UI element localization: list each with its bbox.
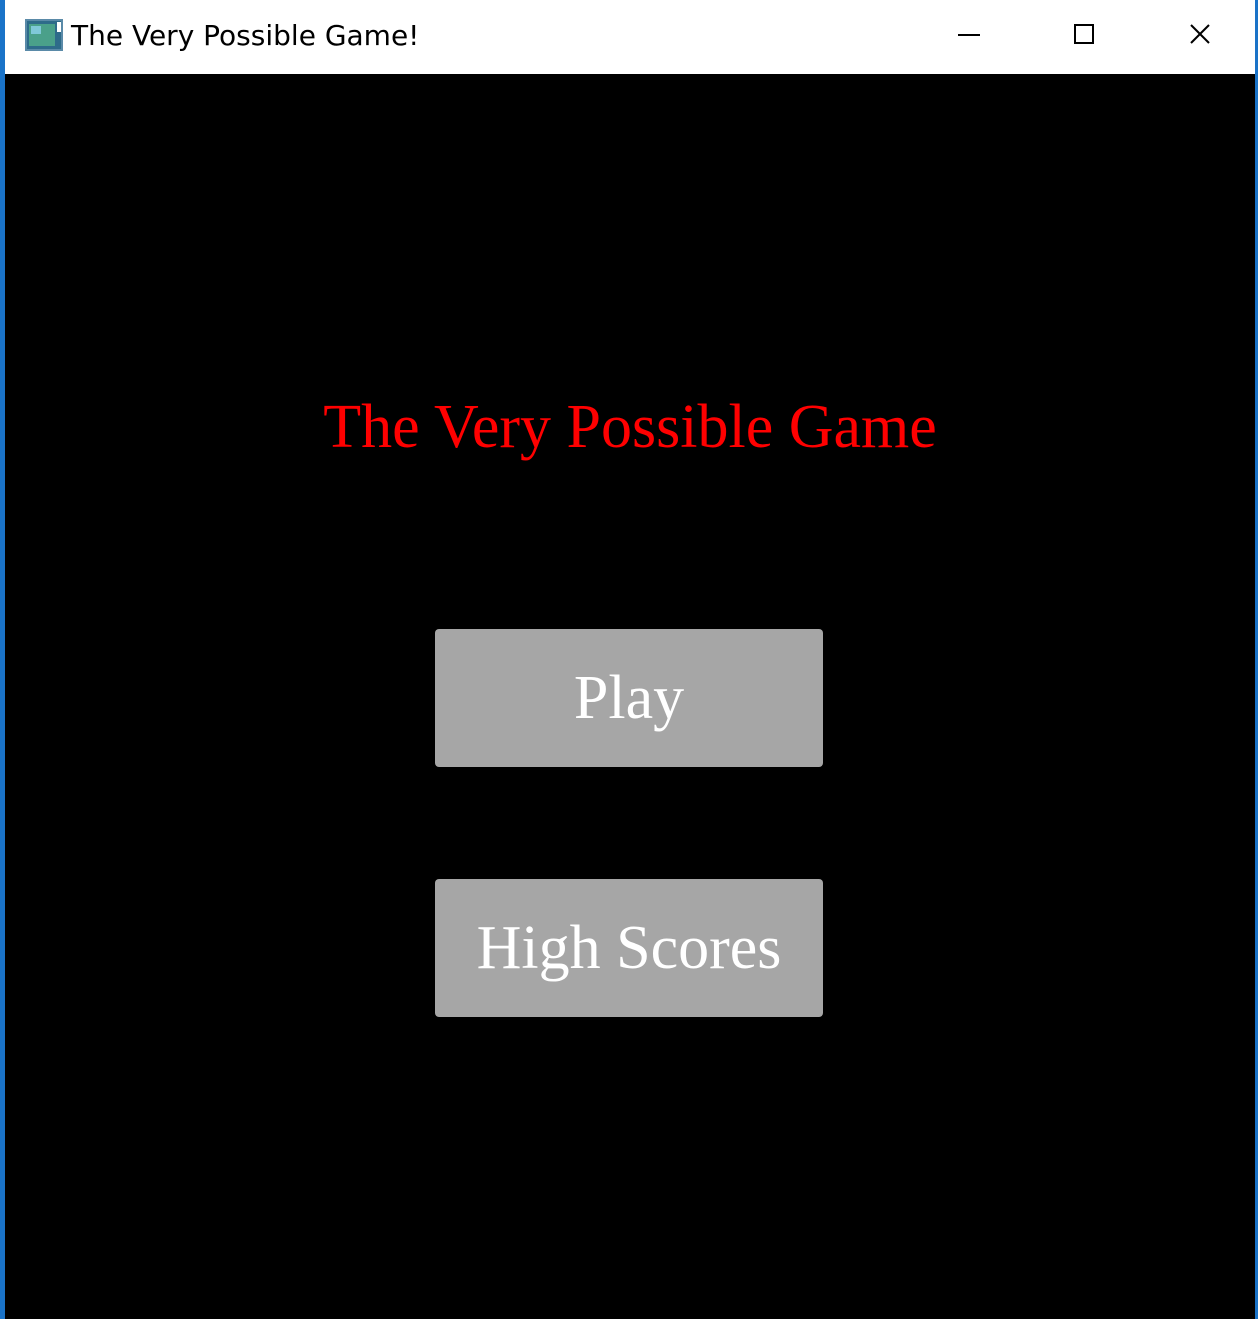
window-title: The Very Possible Game! bbox=[71, 19, 420, 52]
high-scores-button[interactable]: High Scores bbox=[435, 879, 823, 1017]
maximize-button[interactable] bbox=[1021, 0, 1137, 70]
app-window: The Very Possible Game! The Very Possibl… bbox=[0, 0, 1258, 1319]
close-icon bbox=[1190, 24, 1210, 44]
minimize-button[interactable] bbox=[905, 0, 1021, 70]
play-button[interactable]: Play bbox=[435, 629, 823, 767]
close-button[interactable] bbox=[1137, 0, 1253, 70]
game-title: The Very Possible Game bbox=[323, 393, 937, 461]
app-icon bbox=[25, 18, 65, 52]
play-button-label: Play bbox=[573, 663, 685, 732]
maximize-icon bbox=[1074, 24, 1094, 44]
game-canvas[interactable]: The Very Possible Game Play High Scores bbox=[5, 74, 1255, 1319]
minimize-icon bbox=[958, 34, 980, 36]
title-bar[interactable]: The Very Possible Game! bbox=[5, 0, 1255, 74]
high-scores-button-label: High Scores bbox=[476, 913, 782, 982]
